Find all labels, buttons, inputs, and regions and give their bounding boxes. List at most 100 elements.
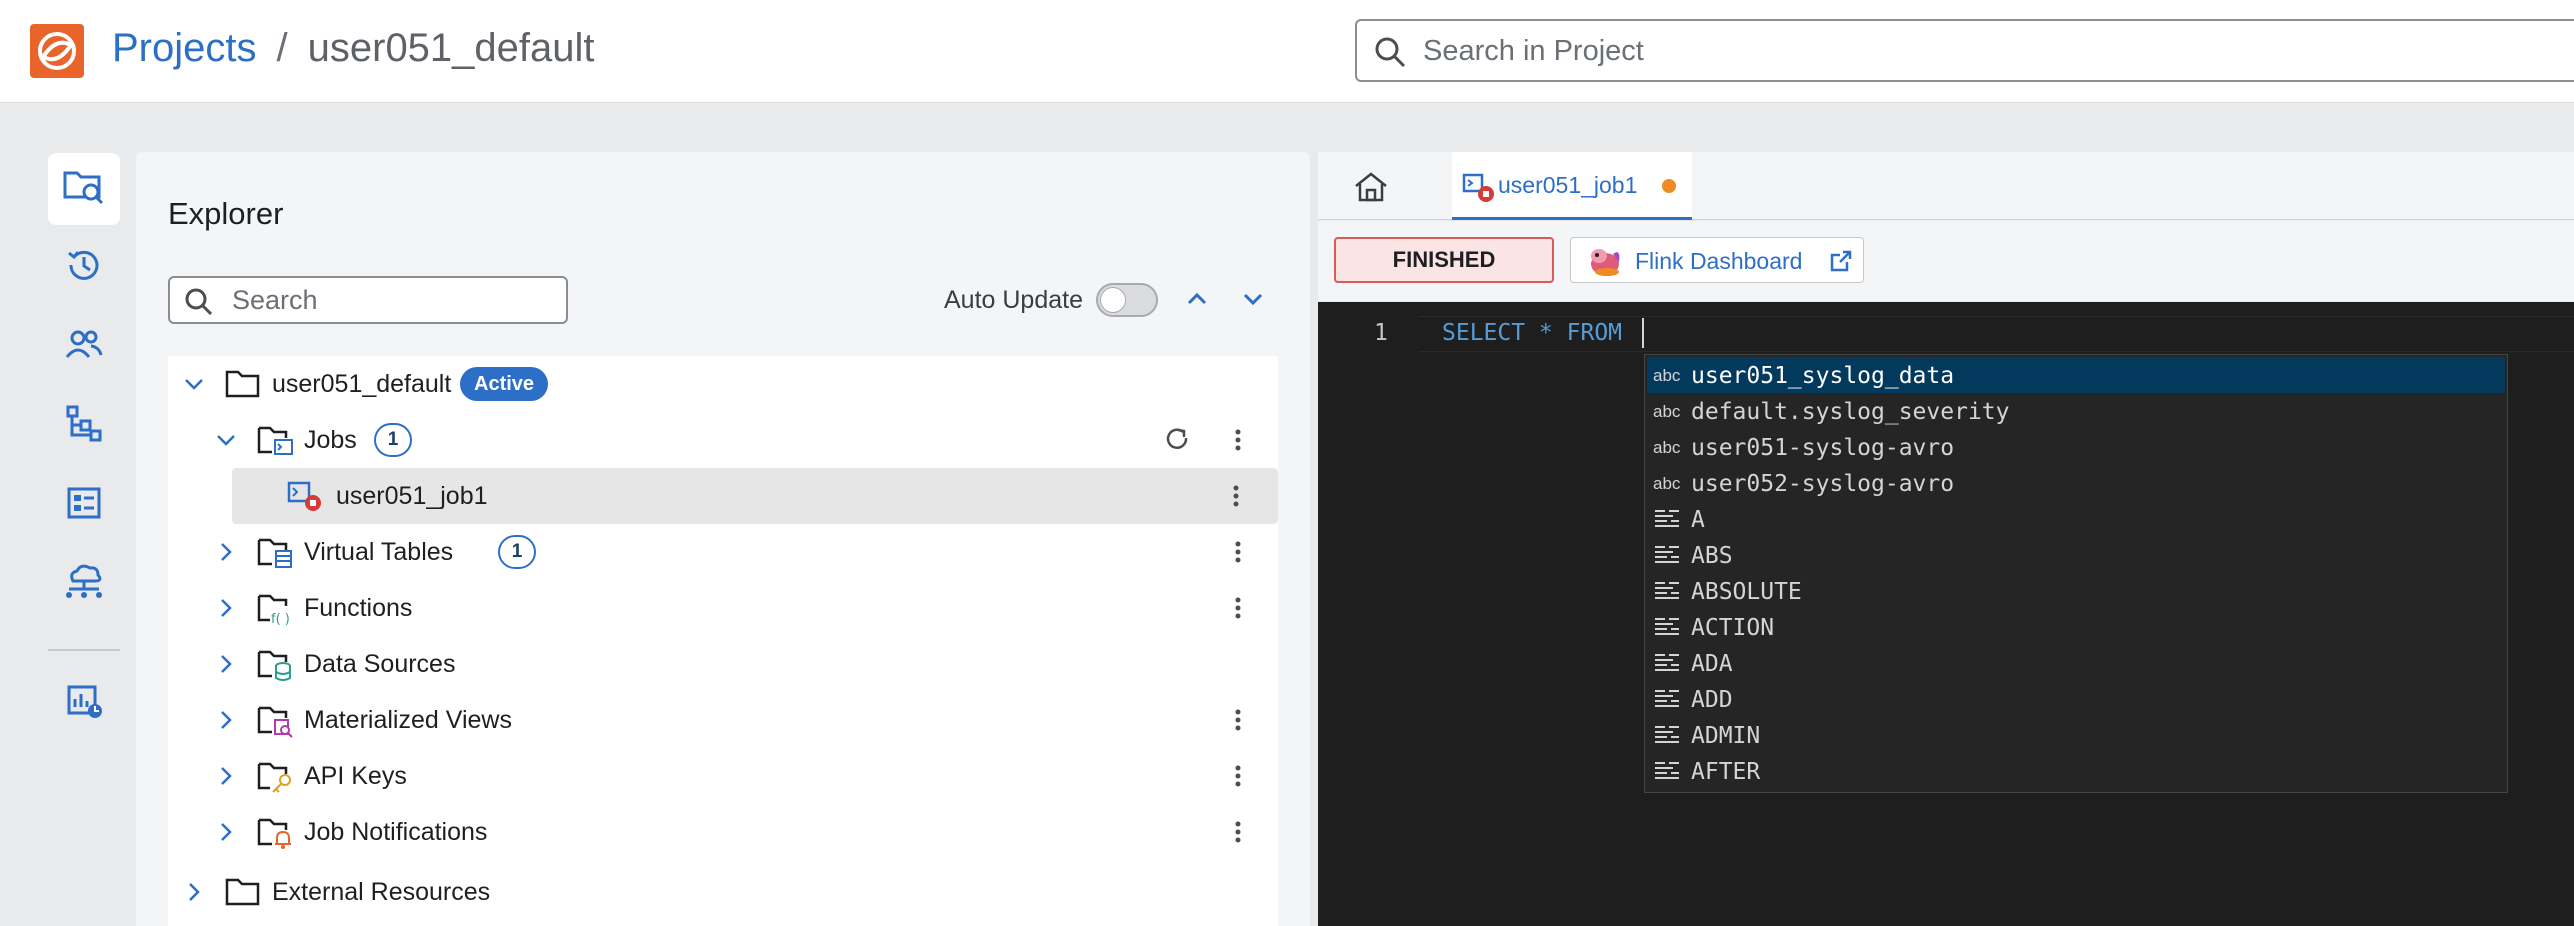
more-options-icon[interactable] — [1228, 594, 1248, 622]
suggestion-text: ABSOLUTE — [1691, 579, 1802, 605]
rail-monitoring-button[interactable] — [48, 667, 120, 739]
rail-catalog-button[interactable] — [48, 469, 120, 541]
suggestion-item[interactable]: abc default.syslog_severity — [1647, 393, 2505, 429]
expand-down-button[interactable] — [1234, 280, 1272, 318]
home-icon — [1355, 172, 1387, 202]
jobs-folder-icon — [257, 426, 293, 455]
project-search-box[interactable] — [1355, 19, 2574, 82]
more-options-icon[interactable] — [1226, 482, 1246, 510]
auto-update-label: Auto Update — [944, 286, 1083, 314]
chevron-right-icon[interactable] — [212, 818, 240, 846]
text-kind-icon: abc — [1653, 438, 1681, 457]
more-options-icon[interactable] — [1228, 762, 1248, 790]
chevron-down-icon[interactable] — [180, 370, 208, 398]
suggestion-item[interactable]: ADMIN — [1647, 717, 2505, 753]
job-status-bar: FINISHED Flink Dashboard — [1318, 221, 2574, 301]
home-tab[interactable] — [1352, 170, 1390, 204]
suggestion-item[interactable]: ABSOLUTE — [1647, 573, 2505, 609]
text-kind-icon: abc — [1653, 366, 1681, 385]
breadcrumb-projects-link[interactable]: Projects — [112, 26, 257, 71]
suggestion-item[interactable]: A — [1647, 501, 2505, 537]
top-header: Projects / user051_default — [0, 0, 2574, 103]
more-options-icon[interactable] — [1228, 706, 1248, 734]
suggestion-item[interactable]: ADA — [1647, 645, 2505, 681]
tree-node-api-keys[interactable]: API Keys — [168, 748, 1278, 804]
suggestion-item[interactable]: AFTER — [1647, 753, 2505, 789]
tab-user051-job1[interactable]: user051_job1 — [1452, 152, 1692, 220]
toggle-knob — [1100, 287, 1126, 313]
tree-node-label: Data Sources — [304, 650, 456, 678]
hierarchy-icon — [64, 403, 104, 448]
tree-node-jobs[interactable]: Jobs 1 — [168, 412, 1278, 468]
code-line[interactable]: SELECT * FROM — [1442, 320, 1622, 346]
chevron-up-icon — [1187, 292, 1207, 305]
suggestion-text: default.syslog_severity — [1691, 399, 2010, 425]
job-notifications-folder-icon — [257, 818, 291, 849]
suggestion-text: ADD — [1691, 687, 1733, 713]
chevron-right-icon[interactable] — [180, 878, 208, 906]
tree-node-label: External Resources — [272, 878, 491, 906]
tree-node-materialized-views[interactable]: Materialized Views — [168, 692, 1278, 748]
suggestion-item[interactable]: abc user051-syslog-avro — [1647, 429, 2505, 465]
tree-node-data-sources[interactable]: Data Sources — [168, 636, 1278, 692]
collapse-up-button[interactable] — [1178, 280, 1216, 318]
materialized-views-folder-icon — [257, 706, 293, 738]
search-icon — [184, 287, 214, 322]
explorer-search-box[interactable] — [168, 276, 568, 324]
tree-node-label: Functions — [304, 594, 413, 622]
tree-node-functions[interactable]: f( ) Functions — [168, 580, 1278, 636]
tree-node-label: Materialized Views — [304, 706, 512, 734]
tab-label: user051_job1 — [1498, 172, 1638, 198]
tree-node-label: API Keys — [304, 762, 407, 790]
flink-dashboard-button[interactable]: Flink Dashboard — [1570, 237, 1864, 283]
tree-job-item[interactable]: user051_job1 — [232, 468, 1278, 524]
suggestion-text: user051-syslog-avro — [1691, 435, 1955, 461]
text-kind-icon: abc — [1653, 474, 1681, 493]
suggestion-item[interactable]: abc user052-syslog-avro — [1647, 465, 2505, 501]
tree-node-external-resources[interactable]: External Resources — [168, 864, 1278, 920]
suggestion-text: ADA — [1691, 651, 1733, 677]
autocomplete-list: abc user051_syslog_data abc default.sysl… — [1644, 354, 2508, 793]
chevron-right-icon[interactable] — [212, 706, 240, 734]
keyword-kind-icon — [1655, 618, 1679, 635]
chevron-down-icon[interactable] — [212, 426, 240, 454]
project-name: user051_default — [272, 370, 452, 398]
rail-cloud-network-button[interactable] — [48, 547, 120, 619]
app-logo[interactable] — [28, 22, 86, 80]
api-keys-folder-icon — [257, 762, 291, 793]
rail-users-button[interactable] — [48, 311, 120, 383]
left-rail — [0, 103, 130, 926]
folder-icon — [225, 878, 260, 906]
suggestion-item[interactable]: ADD — [1647, 681, 2505, 717]
rail-hierarchy-button[interactable] — [48, 389, 120, 461]
chevron-right-icon[interactable] — [212, 538, 240, 566]
suggestion-item[interactable]: ABS — [1647, 537, 2505, 573]
explorer-search-input[interactable] — [232, 282, 552, 318]
svg-text:f( ): f( ) — [271, 612, 290, 626]
rail-history-button[interactable] — [48, 231, 120, 303]
keyword-kind-icon — [1655, 690, 1679, 707]
chevron-right-icon[interactable] — [212, 650, 240, 678]
more-options-icon[interactable] — [1228, 426, 1248, 454]
monitoring-icon — [64, 681, 104, 726]
project-search-input[interactable] — [1423, 27, 2523, 75]
chevron-right-icon[interactable] — [212, 762, 240, 790]
folder-icon — [225, 370, 260, 398]
auto-update-toggle[interactable] — [1096, 283, 1158, 317]
more-options-icon[interactable] — [1228, 818, 1248, 846]
rail-divider — [48, 649, 120, 651]
suggestion-item[interactable]: ACTION — [1647, 609, 2505, 645]
keyword-kind-icon — [1655, 510, 1679, 527]
tree-node-virtual-tables[interactable]: Virtual Tables 1 — [168, 524, 1278, 580]
more-options-icon[interactable] — [1228, 538, 1248, 566]
suggestion-text: ADMIN — [1691, 723, 1761, 749]
rail-explorer-button[interactable] — [48, 153, 120, 225]
tree-project-row[interactable]: user051_default Active — [168, 356, 1278, 412]
refresh-icon[interactable] — [1162, 424, 1192, 454]
suggestion-item[interactable]: abc user051_syslog_data — [1647, 357, 2505, 393]
chevron-right-icon[interactable] — [212, 594, 240, 622]
explorer-tree: user051_default Active Jobs 1 user051_jo… — [168, 356, 1278, 926]
cloud-network-icon — [63, 561, 105, 606]
tree-node-job-notifications[interactable]: Job Notifications — [168, 804, 1278, 860]
job-status-badge: FINISHED — [1334, 237, 1554, 283]
